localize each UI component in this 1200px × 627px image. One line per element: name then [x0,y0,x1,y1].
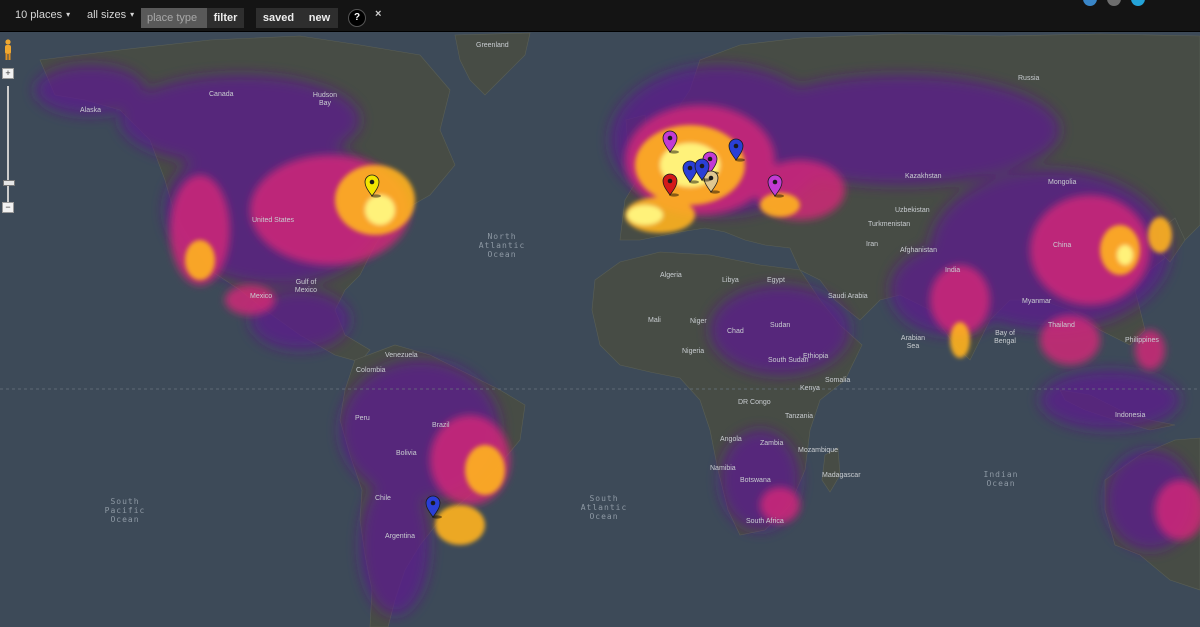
label-turkmenistan: Turkmenistan [868,221,910,228]
label-dr-congo: DR Congo [738,399,771,406]
help-button[interactable]: ? [348,9,366,27]
label-south-sudan: South Sudan [768,357,809,364]
zoom-slider-thumb[interactable] [3,180,15,186]
label-gulf-of-mexico-line-2: Mexico [295,287,317,294]
zoom-in-button[interactable]: + [2,68,14,79]
label-somalia: Somalia [825,377,850,384]
label-indian-ocean-line-1: Indian [984,470,1019,479]
label-mongolia: Mongolia [1048,179,1077,186]
place-type-input[interactable] [141,8,207,28]
label-south-africa: South Africa [746,518,784,525]
places-count-label: 10 places [15,9,63,21]
label-namibia: Namibia [710,465,736,472]
label-brazil: Brazil [432,422,450,429]
zoom-out-button[interactable]: − [2,202,14,213]
label-peru: Peru [355,415,370,422]
label-kenya: Kenya [800,385,820,392]
label-arabian-sea-line-1: Arabian [901,335,925,342]
zoom-slider-track[interactable] [7,86,9,204]
label-alaska: Alaska [80,107,101,114]
new-button[interactable]: new [301,8,338,28]
map-pin-dot [772,179,778,185]
label-united-states: United States [252,217,295,224]
label-egypt: Egypt [767,277,785,284]
label-south-atlantic-line-1: South [589,494,618,503]
label-algeria: Algeria [660,272,682,279]
label-greenland: Greenland [476,42,509,49]
zoom-control: + − [2,36,16,216]
map-pin-dot [699,163,705,169]
chevron-down-icon: ▾ [130,10,135,19]
label-kazakhstan: Kazakhstan [905,173,942,180]
label-hudson-bay-line-2: Bay [319,100,332,107]
label-south-atlantic-line-2: Atlantic [581,503,628,512]
label-gulf-of-mexico-line-1: Gulf of [296,279,317,286]
label-mozambique: Mozambique [798,447,838,454]
label-north-atlantic-line-3: Ocean [487,250,516,259]
label-south-atlantic-line-3: Ocean [589,512,618,521]
saved-button[interactable]: saved [256,8,301,28]
label-uzbekistan: Uzbekistan [895,207,930,214]
label-hudson-bay-line-1: Hudson [313,92,337,99]
label-south-pacific-line-1: South [110,497,139,506]
label-colombia: Colombia [356,367,386,374]
label-chad: Chad [727,328,744,335]
label-philippines: Philippines [1125,337,1159,344]
label-zambia: Zambia [760,440,783,447]
label-argentina: Argentina [385,533,415,540]
label-bolivia: Bolivia [396,450,417,457]
label-bay-of-bengal-line-1: Bay of [995,330,1015,337]
label-nigeria: Nigeria [682,348,704,355]
label-south-pacific-line-2: Pacific [105,506,146,515]
places-count-dropdown[interactable]: 10 places ▾ [15,9,70,21]
label-chile: Chile [375,495,391,502]
close-button[interactable]: × [375,8,381,20]
share-circle-icon[interactable] [1107,0,1121,6]
chevron-down-icon: ▾ [66,10,71,19]
label-india: India [945,267,960,274]
map-pin-dot [369,179,375,185]
map-pin-dot [707,156,713,162]
label-angola: Angola [720,436,742,443]
share-circle-icon[interactable] [1083,0,1097,6]
label-north-atlantic-line-2: Atlantic [479,241,526,250]
label-afghanistan: Afghanistan [900,247,937,254]
label-saudi-arabia: Saudi Arabia [828,293,868,300]
label-niger: Niger [690,318,707,325]
label-madagascar: Madagascar [822,472,861,479]
label-indian-ocean-line-2: Ocean [986,479,1015,488]
label-canada: Canada [209,91,234,98]
filter-button[interactable]: filter [207,8,244,28]
label-mali: Mali [648,317,661,324]
map-pin-dot [430,500,436,506]
label-indonesia: Indonesia [1115,412,1145,419]
label-china: China [1053,242,1071,249]
label-bay-of-bengal-line-2: Bengal [994,338,1016,345]
pegman-icon[interactable] [3,39,13,61]
label-botswana: Botswana [740,477,771,484]
label-sudan: Sudan [770,322,790,329]
label-russia: Russia [1018,75,1040,82]
label-tanzania: Tanzania [785,413,813,420]
label-iran: Iran [866,241,878,248]
map-toolbar: 10 places▾ all sizes▾ filter saved new ?… [0,0,1200,32]
label-thailand: Thailand [1048,322,1075,329]
sizes-dropdown[interactable]: all sizes ▾ [87,9,134,21]
label-north-atlantic-line-1: North [487,232,516,241]
sizes-label: all sizes [87,9,127,21]
share-circle-icon[interactable] [1131,0,1145,6]
label-venezuela: Venezuela [385,352,418,359]
map-pin-dot [687,165,693,171]
world-heat-map[interactable]: Greenland Canada Alaska United States Me… [0,32,1200,627]
label-arabian-sea-line-2: Sea [907,343,920,350]
label-south-pacific-line-3: Ocean [110,515,139,524]
map-pin-dot [667,178,673,184]
map-pin-dot [733,143,739,149]
label-myanmar: Myanmar [1022,298,1052,305]
label-mexico: Mexico [250,293,272,300]
map-pin-dot [667,135,673,141]
label-libya: Libya [722,277,739,284]
